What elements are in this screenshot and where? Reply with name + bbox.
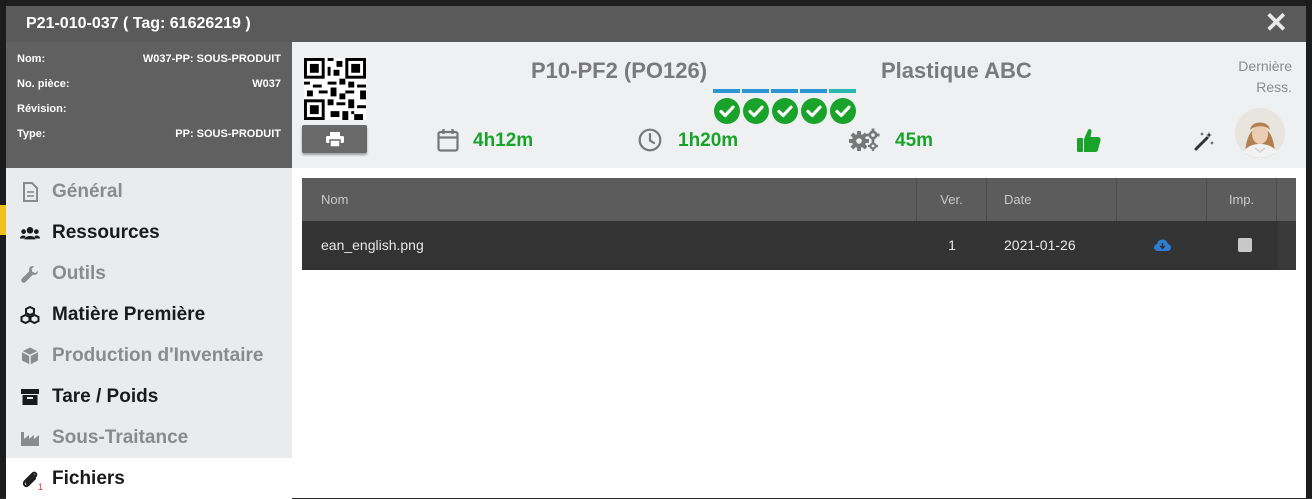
step-progress-bar [800,89,827,93]
info-label: No. pièce: [17,78,70,90]
check-circle-icon [771,98,798,124]
document-icon [23,182,38,202]
sidebar-item-label: Production d'Inventaire [52,345,264,366]
qr-code-icon [304,58,366,120]
print-icon [326,132,344,147]
check-circle-icon [713,98,740,124]
thumbs-up-icon[interactable] [1076,127,1102,153]
gears-icon [849,128,880,151]
file-name[interactable]: ean_english.png [321,221,424,270]
column-header-imp[interactable]: Imp. [1207,178,1277,221]
print-button[interactable] [302,125,367,153]
part-info-panel: Nom: W037-PP: SOUS-PRODUIT No. pièce: W0… [6,42,292,168]
app-background: P21-010-037 ( Tag: 61626219 ) ✕ Nom: W03… [0,0,1312,499]
sidebar-item-files[interactable]: 1 Fichiers [6,458,292,499]
sidebar-item-inventory-production[interactable]: Production d'Inventaire [6,335,292,376]
files-panel: Nom Ver. Date Imp. ean_english.png 1 202… [292,168,1306,498]
info-value: W037-PP: SOUS-PRODUIT [142,53,281,65]
sidebar-item-tools[interactable]: Outils [6,253,292,294]
sidebar-item-tare-weight[interactable]: Tare / Poids [6,376,292,417]
client-name: Plastique ABC [881,58,1032,83]
sidebar-item-subcontracting[interactable]: Sous-Traitance [6,417,292,458]
operation-steps [713,89,859,129]
sidebar-item-label: Outils [52,263,106,284]
imp-checkbox[interactable] [1238,238,1252,252]
avatar[interactable] [1235,108,1285,158]
industry-icon [21,432,39,446]
background-right-edge [1306,0,1312,498]
sidebar-nav: Général Ressources Outils Matière Premiè… [6,168,292,499]
calendar-duration: 4h12m [473,130,534,151]
cloud-download-icon[interactable] [1154,239,1171,252]
gears-duration: 45m [895,130,934,151]
step-progress-bar [829,89,856,93]
close-icon[interactable]: ✕ [1265,9,1288,37]
check-circle-icon [742,98,769,124]
column-header-download [1117,178,1207,221]
sidebar-item-resources[interactable]: Ressources [6,212,292,253]
sidebar-item-label: Général [52,181,123,202]
users-icon [20,227,40,240]
table-header: Nom Ver. Date Imp. [302,178,1296,221]
info-label: Type: [17,128,46,140]
step-progress-bar [742,89,769,93]
operation-header: P10-PF2 (PO126) Plastique ABC 4h12m 1h20… [292,42,1306,168]
file-date: 2021-01-26 [1004,237,1076,253]
wrench-icon [21,266,38,283]
info-value: PP: SOUS-PRODUIT [175,128,281,140]
magic-wand-icon[interactable] [1194,131,1214,151]
sidebar-item-raw-material[interactable]: Matière Première [6,294,292,335]
modal-title: P21-010-037 ( Tag: 61626219 ) [26,15,251,32]
clock-duration: 1h20m [678,130,739,151]
paperclip-icon [22,471,38,488]
sidebar-item-label: Sous-Traitance [52,427,189,448]
clock-icon [638,128,662,152]
column-header-version[interactable]: Ver. [917,178,987,221]
archive-icon [21,389,39,405]
box-icon [21,347,39,365]
column-header-name[interactable]: Nom [302,178,917,221]
info-value: W037 [252,78,281,90]
check-circle-icon [800,98,827,124]
sidebar-item-label: Matière Première [52,304,206,325]
cubes-icon [20,305,40,325]
info-row-type: Type: PP: SOUS-PRODUIT [17,128,281,144]
file-version: 1 [948,237,956,253]
sidebar-item-general[interactable]: Général [6,171,292,212]
info-row-part-number: No. pièce: W037 [17,78,281,94]
info-label: Révision: [17,103,67,115]
modal-title-bar: P21-010-037 ( Tag: 61626219 ) ✕ [6,6,1306,42]
sidebar-item-label: Fichiers [52,468,125,489]
info-row-name: Nom: W037-PP: SOUS-PRODUIT [17,53,281,69]
sidebar-item-label: Ressources [52,222,160,243]
files-table: Nom Ver. Date Imp. ean_english.png 1 202… [302,178,1296,270]
table-row[interactable]: ean_english.png 1 2021-01-26 [302,221,1278,270]
last-resource-label: Dernière Ress. [1238,58,1292,95]
info-label: Nom: [17,53,46,65]
sidebar-item-label: Tare / Poids [52,386,159,407]
info-row-revision: Révision: [17,103,281,119]
calendar-icon [437,129,459,152]
check-circle-icon [829,98,856,124]
step-progress-bar [771,89,798,93]
step-progress-bar [713,89,740,93]
files-count-badge: 1 [38,482,44,492]
column-header-date[interactable]: Date [987,178,1117,221]
file-details-modal: P21-010-037 ( Tag: 61626219 ) ✕ Nom: W03… [6,6,1306,499]
operation-code: P10-PF2 (PO126) [531,58,708,83]
